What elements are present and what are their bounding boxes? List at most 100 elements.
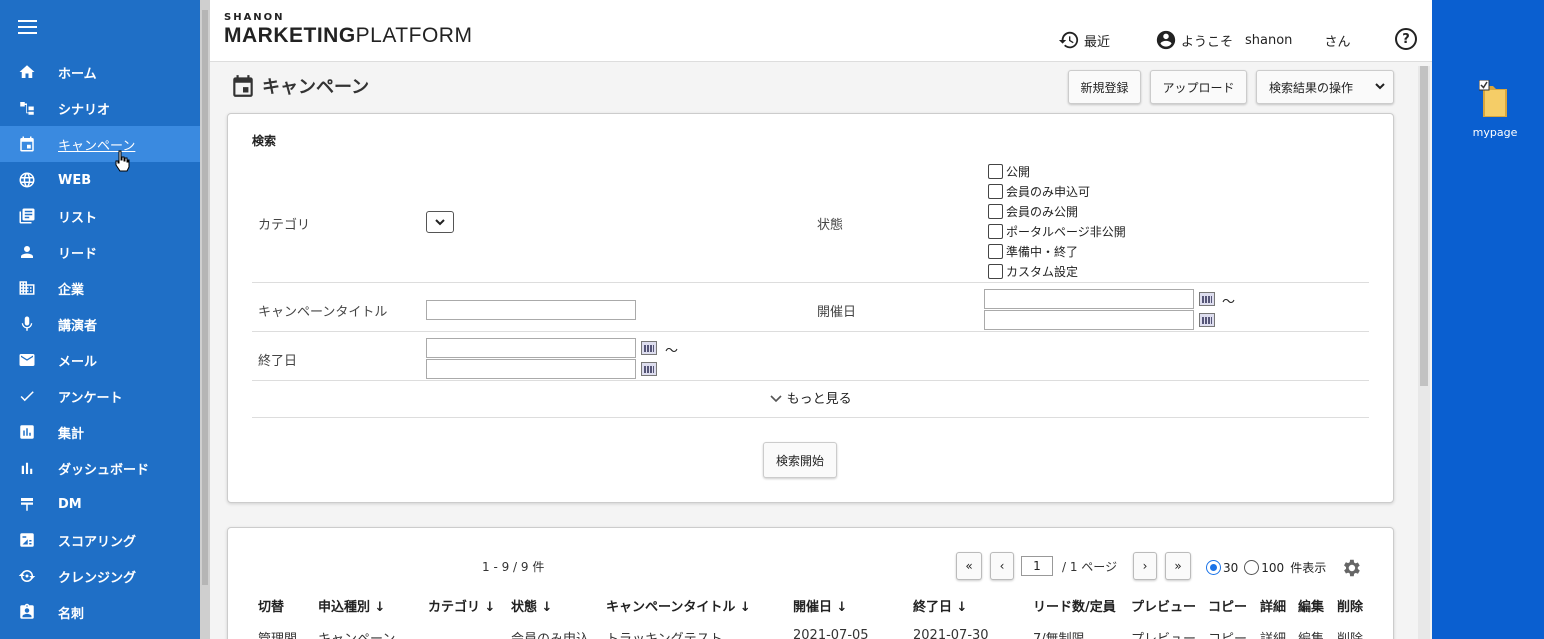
per-page-30-label: 30 <box>1223 560 1239 575</box>
sidebar-item-business-card[interactable]: 名刺 <box>0 594 200 630</box>
sidebar-item-speaker[interactable]: 講演者 <box>0 306 200 342</box>
campaign-title-input[interactable] <box>426 300 636 320</box>
checkbox[interactable] <box>988 164 1003 179</box>
col-header-category[interactable]: カテゴリ ↓ <box>428 596 495 615</box>
calendar-picker-icon[interactable] <box>1199 313 1215 327</box>
logo[interactable]: MARKETINGPLATFORM <box>224 24 472 48</box>
microphone-icon <box>0 315 54 333</box>
col-header-delete: 削除 <box>1337 600 1364 615</box>
event-date-label: 開催日 <box>817 305 857 320</box>
sidebar-item-label: メール <box>58 354 98 370</box>
calendar-icon <box>0 135 54 153</box>
search-results-actions-select[interactable]: 検索結果の操作 <box>1256 70 1394 104</box>
upload-button[interactable]: アップロード <box>1150 70 1247 104</box>
title-date-row: キャンペーンタイトル 開催日 ～ <box>252 283 1369 332</box>
col-header-apply-type[interactable]: 申込種別 ↓ <box>318 596 385 615</box>
col-header-switch: 切替 <box>258 600 285 615</box>
end-date-from-input[interactable] <box>426 338 636 358</box>
prev-page-button[interactable]: ‹ <box>990 552 1014 580</box>
end-date-to-input[interactable] <box>426 359 636 379</box>
menu-toggle-button[interactable] <box>0 0 200 54</box>
checkbox[interactable] <box>988 244 1003 259</box>
sidebar-item-label: クレンジング <box>58 570 137 586</box>
recent-button[interactable]: 最近 <box>1058 29 1110 51</box>
calendar-picker-icon[interactable] <box>641 341 657 355</box>
checkbox[interactable] <box>988 264 1003 279</box>
search-submit-button[interactable]: 検索開始 <box>763 442 837 478</box>
per-page-30-radio[interactable] <box>1206 560 1221 575</box>
sidebar-item-campaign[interactable]: キャンペーン <box>0 126 200 172</box>
col-header-campaign-title[interactable]: キャンペーンタイトル ↓ <box>606 596 751 615</box>
help-button[interactable]: ? <box>1395 28 1417 50</box>
status-option-public[interactable]: 公開 <box>988 163 1030 180</box>
sidebar-item-scoring[interactable]: スコアリング <box>0 522 200 558</box>
building-icon <box>0 279 54 297</box>
sidebar: ホーム シナリオ キャンペーン WEB リスト リード 企業 講演者 メール ア… <box>0 0 200 639</box>
page-scrollbar[interactable] <box>1418 66 1430 639</box>
checkbox[interactable] <box>988 224 1003 239</box>
sidebar-item-scenario[interactable]: シナリオ <box>0 90 200 126</box>
sidebar-item-label: リード <box>58 246 98 262</box>
sidebar-item-lead[interactable]: リード <box>0 234 200 270</box>
sidebar-item-web[interactable]: WEB <box>0 162 200 198</box>
per-page-100-label: 100 <box>1261 560 1285 575</box>
campaign-title-label: キャンペーンタイトル <box>258 305 388 320</box>
row-switch[interactable]: 管理閲 <box>258 628 297 639</box>
status-option-members-public[interactable]: 会員のみ公開 <box>988 203 1078 220</box>
new-register-button[interactable]: 新規登録 <box>1068 70 1141 104</box>
status-option-portal-hidden[interactable]: ポータルページ非公開 <box>988 223 1126 240</box>
sidebar-item-mail[interactable]: メール <box>0 342 200 378</box>
next-page-button[interactable]: › <box>1133 552 1157 580</box>
select-value: 検索結果の操作 <box>1269 80 1354 95</box>
per-page-100-radio[interactable] <box>1244 560 1260 575</box>
list-icon <box>0 207 54 225</box>
col-header-end-date[interactable]: 終了日 ↓ <box>913 596 967 615</box>
status-option-custom[interactable]: カスタム設定 <box>988 263 1078 280</box>
result-count: 1 - 9 / 9 件 <box>482 560 545 574</box>
category-select[interactable] <box>426 211 454 233</box>
desktop-folder-mypage[interactable]: mypage <box>1470 79 1520 139</box>
last-page-button[interactable]: » <box>1165 552 1191 580</box>
event-date-to-input[interactable] <box>984 310 1194 330</box>
status-option-members-apply[interactable]: 会員のみ申込可 <box>988 183 1090 200</box>
sidebar-item-label: シナリオ <box>58 102 111 118</box>
check-icon <box>0 387 54 405</box>
sidebar-scrollbar[interactable] <box>200 0 210 639</box>
desktop-background: mypage <box>1432 0 1544 639</box>
col-header-status[interactable]: 状態 ↓ <box>511 596 552 615</box>
scrollbar-thumb[interactable] <box>202 10 208 585</box>
checkbox[interactable] <box>988 204 1003 219</box>
gear-icon[interactable] <box>1340 557 1362 579</box>
show-more-label: もっと見る <box>786 392 852 407</box>
history-icon <box>1058 31 1079 49</box>
sidebar-item-survey[interactable]: アンケート <box>0 378 200 414</box>
sidebar-item-report[interactable]: 集計 <box>0 414 200 450</box>
row-end-date: 2021-07-30 <box>913 628 989 639</box>
sidebar-item-dashboard[interactable]: ダッシュボード <box>0 450 200 486</box>
status-option-preparing-ended[interactable]: 準備中・終了 <box>988 243 1078 260</box>
show-more-link[interactable]: もっと見る <box>228 388 1394 407</box>
sidebar-item-home[interactable]: ホーム <box>0 54 200 90</box>
row-edit-link[interactable]: 編集 <box>1298 628 1324 639</box>
page-number-input[interactable]: 1 <box>1021 556 1053 576</box>
user-menu[interactable]: ようこそ shanon さん <box>1155 29 1350 51</box>
calendar-picker-icon[interactable] <box>641 362 657 376</box>
row-detail-link[interactable]: 詳細 <box>1260 628 1286 639</box>
row-campaign-title[interactable]: トラッキングテスト <box>606 628 723 639</box>
sidebar-item-company[interactable]: 企業 <box>0 270 200 306</box>
col-header-event-date[interactable]: 開催日 ↓ <box>793 596 847 615</box>
row-preview-link[interactable]: プレビュー <box>1131 628 1196 639</box>
checkbox[interactable] <box>988 184 1003 199</box>
row-delete-link[interactable]: 削除 <box>1337 628 1363 639</box>
row-copy-link[interactable]: コピー <box>1208 628 1247 639</box>
scrollbar-thumb[interactable] <box>1420 66 1428 386</box>
row-lead-count: 7/無制限 <box>1033 628 1085 639</box>
first-page-button[interactable]: « <box>956 552 982 580</box>
sidebar-item-list[interactable]: リスト <box>0 198 200 234</box>
event-date-from-input[interactable] <box>984 289 1194 309</box>
checkbox-label: 公開 <box>1006 165 1031 179</box>
sidebar-item-cleansing[interactable]: クレンジング <box>0 558 200 594</box>
sidebar-item-dm[interactable]: DM <box>0 486 200 522</box>
scenario-icon <box>0 99 54 117</box>
calendar-picker-icon[interactable] <box>1199 292 1215 306</box>
